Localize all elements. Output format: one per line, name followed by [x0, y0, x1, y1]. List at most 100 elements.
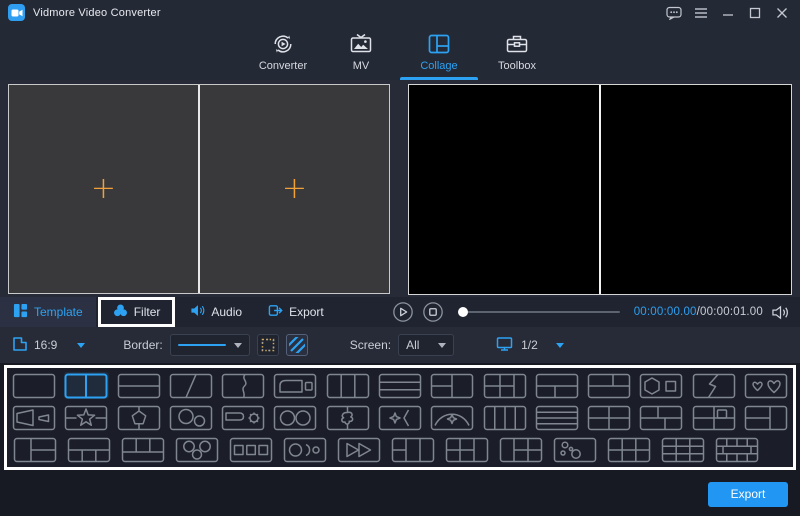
tab-filter[interactable]: Filter: [101, 300, 173, 324]
aspect-ratio-icon: [12, 336, 28, 355]
add-video-icon[interactable]: +: [91, 174, 116, 204]
border-control: Border:: [123, 334, 307, 356]
progress-slider[interactable]: [458, 305, 620, 319]
template-curve-split[interactable]: [221, 372, 265, 399]
border-dash-button[interactable]: [257, 334, 279, 356]
template-circles-asymmetric[interactable]: [169, 404, 213, 431]
add-video-icon[interactable]: +: [282, 174, 307, 204]
template-grid-2x2-inset[interactable]: [691, 404, 735, 431]
template-left-split-right-full[interactable]: [430, 372, 474, 399]
volume-icon[interactable]: [771, 304, 790, 321]
export-button[interactable]: Export: [708, 482, 788, 507]
template-top-thirds-bottom-full[interactable]: [120, 436, 166, 463]
stop-button[interactable]: [422, 301, 444, 323]
template-grid-complex[interactable]: [714, 436, 760, 463]
audio-icon: [190, 303, 205, 321]
progress-thumb[interactable]: [458, 307, 468, 317]
tab-template-label: Template: [34, 305, 83, 319]
template-grid-merged-bottom[interactable]: [498, 436, 544, 463]
mv-icon: [349, 31, 373, 57]
template-two-rows[interactable]: [117, 372, 161, 399]
template-top-full-bottom-thirds[interactable]: [66, 436, 112, 463]
template-three-circles[interactable]: [174, 436, 220, 463]
window-title: Vidmore Video Converter: [33, 7, 161, 19]
screen-control: Screen: All: [350, 334, 454, 356]
template-two-columns[interactable]: [64, 372, 108, 399]
nav-mv[interactable]: MV: [322, 25, 400, 80]
template-grid: [12, 372, 788, 463]
template-grid-2x2[interactable]: [587, 404, 631, 431]
screen-dropdown[interactable]: All: [398, 334, 454, 356]
template-four-columns[interactable]: [482, 404, 526, 431]
screen-dropdown-arrow: [438, 343, 446, 348]
template-hexagon-square[interactable]: [639, 372, 683, 399]
screen-page-icon: [496, 336, 513, 355]
app-logo-icon: [8, 4, 25, 21]
border-label: Border:: [123, 338, 162, 352]
border-color-button[interactable]: [286, 334, 308, 356]
template-three-columns[interactable]: [326, 372, 370, 399]
template-left-narrow-grid[interactable]: [482, 372, 526, 399]
tutorial-highlight-templates: [4, 365, 796, 470]
tab-export[interactable]: Export: [255, 297, 337, 327]
template-arc-sparkle[interactable]: [430, 404, 474, 431]
export-tab-icon: [268, 303, 283, 321]
aspect-ratio-control[interactable]: 16:9: [12, 336, 85, 355]
template-row: [12, 404, 788, 431]
template-star-banner[interactable]: [64, 404, 108, 431]
template-fast-forward[interactable]: [336, 436, 382, 463]
tab-audio[interactable]: Audio: [177, 297, 255, 327]
tab-export-label: Export: [289, 305, 324, 319]
template-puzzle-split[interactable]: [326, 404, 370, 431]
converter-icon: [271, 31, 295, 57]
template-pentagon[interactable]: [117, 404, 161, 431]
template-two-hearts[interactable]: [744, 372, 788, 399]
template-trapezoids[interactable]: [12, 404, 56, 431]
template-diagonal[interactable]: [169, 372, 213, 399]
template-circle-moon-dot[interactable]: [282, 436, 328, 463]
border-style-dropdown[interactable]: [170, 334, 250, 356]
editor-tabs: Template Filter Audio: [0, 297, 388, 327]
border-dropdown-arrow: [234, 343, 242, 348]
nav-toolbox[interactable]: Toolbox: [478, 25, 556, 80]
tab-template[interactable]: Template: [0, 297, 96, 327]
feedback-icon[interactable]: [664, 4, 684, 22]
template-bottom-split[interactable]: [535, 372, 579, 399]
template-grid-2x2-top-right[interactable]: [639, 404, 683, 431]
template-three-rows[interactable]: [378, 372, 422, 399]
template-grid-merged-top[interactable]: [444, 436, 490, 463]
template-icon: [13, 303, 28, 321]
template-grid-2x3[interactable]: [606, 436, 652, 463]
template-row: [12, 372, 788, 399]
template-four-rows[interactable]: [535, 404, 579, 431]
app-window: Vidmore Video Converter Convert: [0, 0, 800, 516]
tab-audio-label: Audio: [211, 305, 242, 319]
close-button[interactable]: [772, 4, 792, 22]
template-two-circles[interactable]: [273, 404, 317, 431]
template-single[interactable]: [12, 372, 56, 399]
menu-icon[interactable]: [691, 4, 711, 22]
template-left-full-right-rows[interactable]: [12, 436, 58, 463]
template-grid-merged-left[interactable]: [390, 436, 436, 463]
template-top-split[interactable]: [587, 372, 631, 399]
template-three-squares[interactable]: [228, 436, 274, 463]
template-bubbles[interactable]: [552, 436, 598, 463]
nav-converter[interactable]: Converter: [244, 25, 322, 80]
minimize-button[interactable]: [718, 4, 738, 22]
template-grid-3x3[interactable]: [660, 436, 706, 463]
template-tag-gear[interactable]: [221, 404, 265, 431]
template-left-rows-right-column[interactable]: [744, 404, 788, 431]
template-rounded-frame[interactable]: [273, 372, 317, 399]
template-sparkle-bracket[interactable]: [378, 404, 422, 431]
aspect-ratio-value: 16:9: [34, 338, 57, 352]
maximize-button[interactable]: [745, 4, 765, 22]
collage-cell-1[interactable]: +: [9, 85, 198, 293]
progress-track: [458, 311, 620, 313]
aspect-ratio-dropdown-arrow[interactable]: [77, 343, 85, 348]
page-dropdown-arrow[interactable]: [556, 343, 564, 348]
play-button[interactable]: [392, 301, 414, 323]
collage-cell-2[interactable]: +: [198, 85, 389, 293]
nav-collage[interactable]: Collage: [400, 25, 478, 80]
template-lightning-split[interactable]: [691, 372, 735, 399]
border-line-sample: [178, 344, 226, 346]
